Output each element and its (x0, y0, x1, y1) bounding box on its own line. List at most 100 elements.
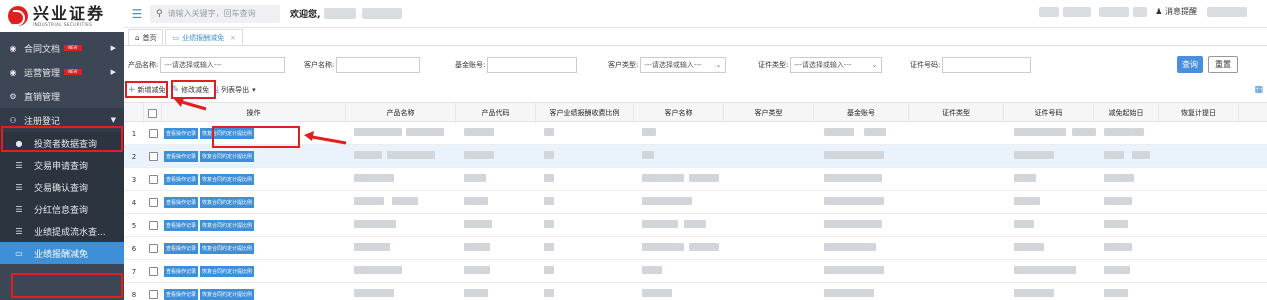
sidebar-item-label: 运营管理 (24, 68, 61, 79)
search-input[interactable]: ⚲ 请输入关键字，回车查询 (150, 4, 280, 23)
row-checkbox[interactable] (148, 221, 158, 230)
table-row[interactable]: 1 查看操作记录 恢复合同约定计提比例 (124, 122, 1267, 145)
add-waiver-button[interactable]: + 新增减免 (128, 85, 166, 95)
redacted-cell (1104, 197, 1132, 205)
header-waiver-start: 减免起始日 (1094, 103, 1159, 123)
product-name-select[interactable]: ---请选择或输入--- (160, 57, 286, 73)
restore-ratio-button[interactable]: 恢复合同约定计提比例 (200, 128, 255, 139)
restore-ratio-button[interactable]: 恢复合同约定计提比例 (200, 197, 255, 208)
redacted-cell (392, 197, 418, 205)
view-history-button[interactable]: 查看操作记录 (164, 266, 199, 277)
list-icon: ☰ (15, 182, 23, 192)
tab-fee-waiver[interactable]: ▭ 业绩报酬减免 × (165, 29, 243, 45)
filter-label: 客户名称: (304, 61, 335, 69)
header-select (144, 103, 162, 123)
redacted-cell (1104, 220, 1128, 228)
restore-ratio-button[interactable]: 恢复合同约定计提比例 (200, 289, 255, 300)
redacted-cell (544, 266, 554, 274)
view-history-button[interactable]: 查看操作记录 (164, 220, 199, 231)
filter-cert-type: 证件类型: ---请选择或输入--- ⌄ (758, 57, 883, 73)
notification-button[interactable]: ♟ 消息提醒 (1155, 6, 1197, 17)
columns-grid-icon[interactable]: ▦ (1254, 85, 1263, 95)
filter-cert-no: 证件号码: (910, 57, 1032, 73)
select-all-checkbox[interactable] (148, 108, 157, 118)
sidebar-sub-trade-apply-query[interactable]: ☰ 交易申请查询 (0, 154, 124, 176)
select-placeholder: ---请选择或输入--- (644, 61, 702, 69)
cert-no-input[interactable] (942, 57, 1032, 73)
new-badge: NEW (64, 69, 82, 75)
table-row[interactable]: 6 查看操作记录 恢复合同约定计提比例 (124, 237, 1267, 260)
cert-type-select[interactable]: ---请选择或输入--- ⌄ (790, 57, 883, 73)
filter-product-name: 产品名称: ---请选择或输入--- (128, 57, 286, 73)
filter-customer-name: 客户名称: (304, 57, 421, 73)
edit-waiver-button[interactable]: ✎ 修改减免 (172, 85, 210, 95)
view-history-button[interactable]: 查看操作记录 (164, 174, 199, 185)
row-checkbox[interactable] (148, 175, 158, 184)
table-row[interactable]: 5 查看操作记录 恢复合同约定计提比例 (124, 214, 1267, 237)
filter-label: 客户类型: (608, 61, 639, 69)
close-icon[interactable]: × (230, 34, 236, 42)
table-row[interactable]: 4 查看操作记录 恢复合同约定计提比例 (124, 191, 1267, 214)
table-row[interactable]: 8 查看操作记录 恢复合同约定计提比例 (124, 283, 1267, 300)
redacted-cell (642, 174, 684, 182)
row-select (144, 237, 162, 260)
table-row[interactable]: 2 查看操作记录 恢复合同约定计提比例 (124, 145, 1267, 168)
table-row[interactable]: 7 查看操作记录 恢复合同约定计提比例 (124, 260, 1267, 283)
row-checkbox[interactable] (148, 244, 158, 253)
search-icon: ⚲ (156, 8, 163, 19)
redacted-cell (464, 174, 486, 182)
restore-ratio-button[interactable]: 恢复合同约定计提比例 (200, 266, 255, 277)
table-row[interactable]: 3 查看操作记录 恢复合同约定计提比例 (124, 168, 1267, 191)
row-checkbox[interactable] (148, 198, 158, 207)
redacted-cell (642, 220, 678, 228)
sidebar-sub-fee-waiver[interactable]: ▭ 业绩报酬减免 (0, 242, 124, 264)
view-history-button[interactable]: 查看操作记录 (164, 197, 199, 208)
sidebar-sub-dividend-query[interactable]: ☰ 分红信息查询 (0, 198, 124, 220)
redacted-cell (464, 220, 492, 228)
view-history-button[interactable]: 查看操作记录 (164, 289, 199, 300)
row-index: 3 (131, 175, 137, 184)
reset-button[interactable]: 重置 (1208, 56, 1238, 73)
sidebar-sub-commission-flow[interactable]: ☰ 业绩提成流水查... (0, 220, 124, 242)
redacted-cell (1014, 243, 1044, 251)
fund-account-input[interactable] (487, 57, 578, 73)
toolbar: + 新增减免 ✎ 修改减免 ⤓ 列表导出 ▾ ▦ (124, 82, 1267, 98)
restore-ratio-button[interactable]: 恢复合同约定计提比例 (200, 151, 255, 162)
sidebar-item-contract-docs[interactable]: ◉ 合同文档 NEW ▶ (0, 36, 124, 60)
chevron-right-icon: ▶ (110, 68, 116, 76)
header-cert-no: 证件号码 (1004, 103, 1094, 123)
row-checkbox[interactable] (148, 290, 158, 299)
sidebar-sub-label: 分红信息查询 (34, 205, 89, 216)
redacted-cell (824, 289, 874, 297)
tab-home[interactable]: ⌂ 首页 (128, 29, 164, 45)
redacted-cell (1014, 197, 1040, 205)
row-actions: 查看操作记录 恢复合同约定计提比例 (164, 260, 256, 283)
customer-type-select[interactable]: ---请选择或输入--- ⌄ (640, 57, 727, 73)
menu-toggle-icon[interactable]: ☰ (128, 7, 146, 21)
row-checkbox[interactable] (148, 152, 158, 161)
filter-customer-type: 客户类型: ---请选择或输入--- ⌄ (608, 57, 727, 73)
redacted-cell (1014, 151, 1054, 159)
circle-dot-icon: ◉ (9, 67, 17, 77)
restore-ratio-button[interactable]: 恢复合同约定计提比例 (200, 174, 255, 185)
redacted-info (1099, 6, 1130, 17)
restore-ratio-button[interactable]: 恢复合同约定计提比例 (200, 220, 255, 231)
query-button[interactable]: 查询 (1177, 56, 1203, 73)
redacted-cell (1104, 128, 1132, 136)
sidebar-item-direct-sales[interactable]: ⚙ 直销管理 (0, 84, 124, 108)
view-history-button[interactable]: 查看操作记录 (164, 151, 199, 162)
view-history-button[interactable]: 查看操作记录 (164, 243, 199, 254)
restore-ratio-button[interactable]: 恢复合同约定计提比例 (200, 243, 255, 254)
sidebar-sub-trade-confirm-query[interactable]: ☰ 交易确认查询 (0, 176, 124, 198)
row-index: 7 (131, 267, 137, 276)
customer-name-input[interactable] (336, 57, 421, 73)
redacted-cell (406, 128, 444, 136)
view-history-button[interactable]: 查看操作记录 (164, 128, 199, 139)
row-select (144, 168, 162, 191)
row-checkbox[interactable] (148, 129, 158, 138)
row-checkbox[interactable] (148, 267, 158, 276)
redacted-cell (824, 243, 876, 251)
sidebar-sub-label: 业绩提成流水查... (34, 227, 106, 238)
export-list-button[interactable]: ⤓ 列表导出 ▾ (215, 85, 256, 95)
sidebar-item-operations[interactable]: ◉ 运营管理 NEW ▶ (0, 60, 124, 84)
